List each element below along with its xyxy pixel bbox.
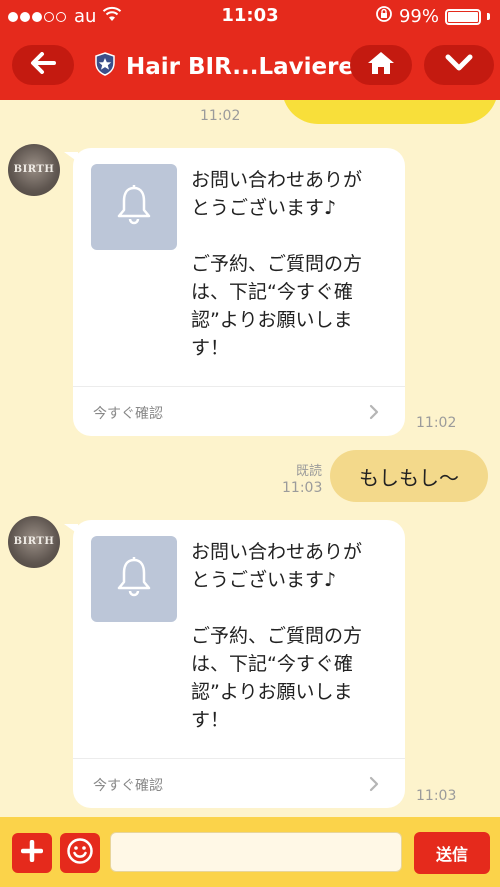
- card-divider: [73, 386, 405, 387]
- orientation-lock-icon: [375, 5, 393, 28]
- chat-title-text: Hair BIR...Laviere: [126, 54, 355, 80]
- card-image: [91, 164, 177, 250]
- card-divider: [73, 758, 405, 759]
- chevron-down-icon: [445, 54, 473, 76]
- card-line: す！: [191, 709, 230, 731]
- add-button[interactable]: [12, 833, 52, 873]
- battery-percent: 99%: [398, 6, 439, 27]
- outgoing-message-bubble[interactable]: もしもし〜: [330, 450, 488, 502]
- bell-icon: [115, 556, 153, 602]
- card-image: [91, 536, 177, 622]
- back-button[interactable]: [12, 45, 74, 85]
- card-text: お問い合わせありが とうございます♪ ご予約、ご質問の方 は、下記“今すぐ確 認”より…: [191, 538, 383, 734]
- card-line: お問い合わせありが: [191, 169, 363, 191]
- shield-star-icon: [94, 52, 116, 82]
- avatar[interactable]: BIRTH: [8, 144, 60, 196]
- avatar-brand-text: BIRTH: [13, 536, 55, 547]
- card-line: お問い合わせありが: [191, 541, 363, 563]
- home-icon: [366, 50, 396, 80]
- message-time: 11:03: [416, 788, 457, 804]
- chevron-right-icon[interactable]: [369, 404, 379, 424]
- chat-title: Hair BIR...Laviere: [94, 52, 354, 82]
- message-card[interactable]: お問い合わせありが とうございます♪ ご予約、ご質問の方 は、下記“今すぐ確 認”より…: [64, 520, 405, 808]
- emoji-button[interactable]: [60, 833, 100, 873]
- status-right: 99%: [375, 5, 490, 28]
- message-input[interactable]: [110, 832, 402, 872]
- status-bar: au 11:03 99%: [0, 0, 500, 32]
- battery-icon: [445, 8, 481, 25]
- sticker-message: [282, 100, 498, 124]
- avatar[interactable]: BIRTH: [8, 516, 60, 568]
- message-card[interactable]: お問い合わせありが とうございます♪ ご予約、ご質問の方 は、下記“今すぐ確 認”より…: [64, 148, 405, 436]
- read-receipt: 既読: [295, 464, 322, 479]
- check-now-link[interactable]: 今すぐ確認: [93, 775, 163, 795]
- card-line: とうございます♪: [191, 197, 337, 219]
- battery-tip: [487, 13, 490, 20]
- back-arrow-icon: [30, 52, 56, 78]
- send-button[interactable]: 送信: [414, 832, 490, 874]
- chat-area[interactable]: 11:02 BIRTH お問い合わせありが とうございます♪ ご予約、ご質問の方は…: [0, 100, 500, 817]
- card-line: 認”よりお願いしま: [191, 681, 353, 703]
- input-bar: 送信: [0, 817, 500, 887]
- message-time: 11:02: [416, 415, 457, 431]
- card-line: ご予約、ご質問の方: [191, 625, 363, 647]
- card-line: とうございます♪: [191, 569, 337, 591]
- plus-icon: [20, 839, 44, 866]
- message-time: 11:03: [282, 480, 323, 496]
- chat-header: Hair BIR...Laviere: [0, 32, 500, 100]
- chevron-right-icon[interactable]: [369, 776, 379, 796]
- card-line: 認”よりお願いしま: [191, 309, 353, 331]
- card-line: は、下記“今すぐ確: [191, 653, 353, 675]
- card-text: お問い合わせありが とうございます♪ ご予約、ご質問の方 は、下記“今すぐ確 認”より…: [191, 166, 383, 362]
- home-button[interactable]: [350, 45, 412, 85]
- card-line: は、下記“今すぐ確: [191, 281, 353, 303]
- check-now-link[interactable]: 今すぐ確認: [93, 403, 163, 423]
- card-line: す！: [191, 337, 230, 359]
- bell-icon: [115, 184, 153, 230]
- avatar-brand-text: BIRTH: [13, 164, 55, 175]
- smiley-icon: [66, 837, 94, 869]
- card-line: ご予約、ご質問の方: [191, 253, 363, 275]
- menu-toggle-button[interactable]: [424, 45, 494, 85]
- message-time: 11:02: [200, 108, 241, 124]
